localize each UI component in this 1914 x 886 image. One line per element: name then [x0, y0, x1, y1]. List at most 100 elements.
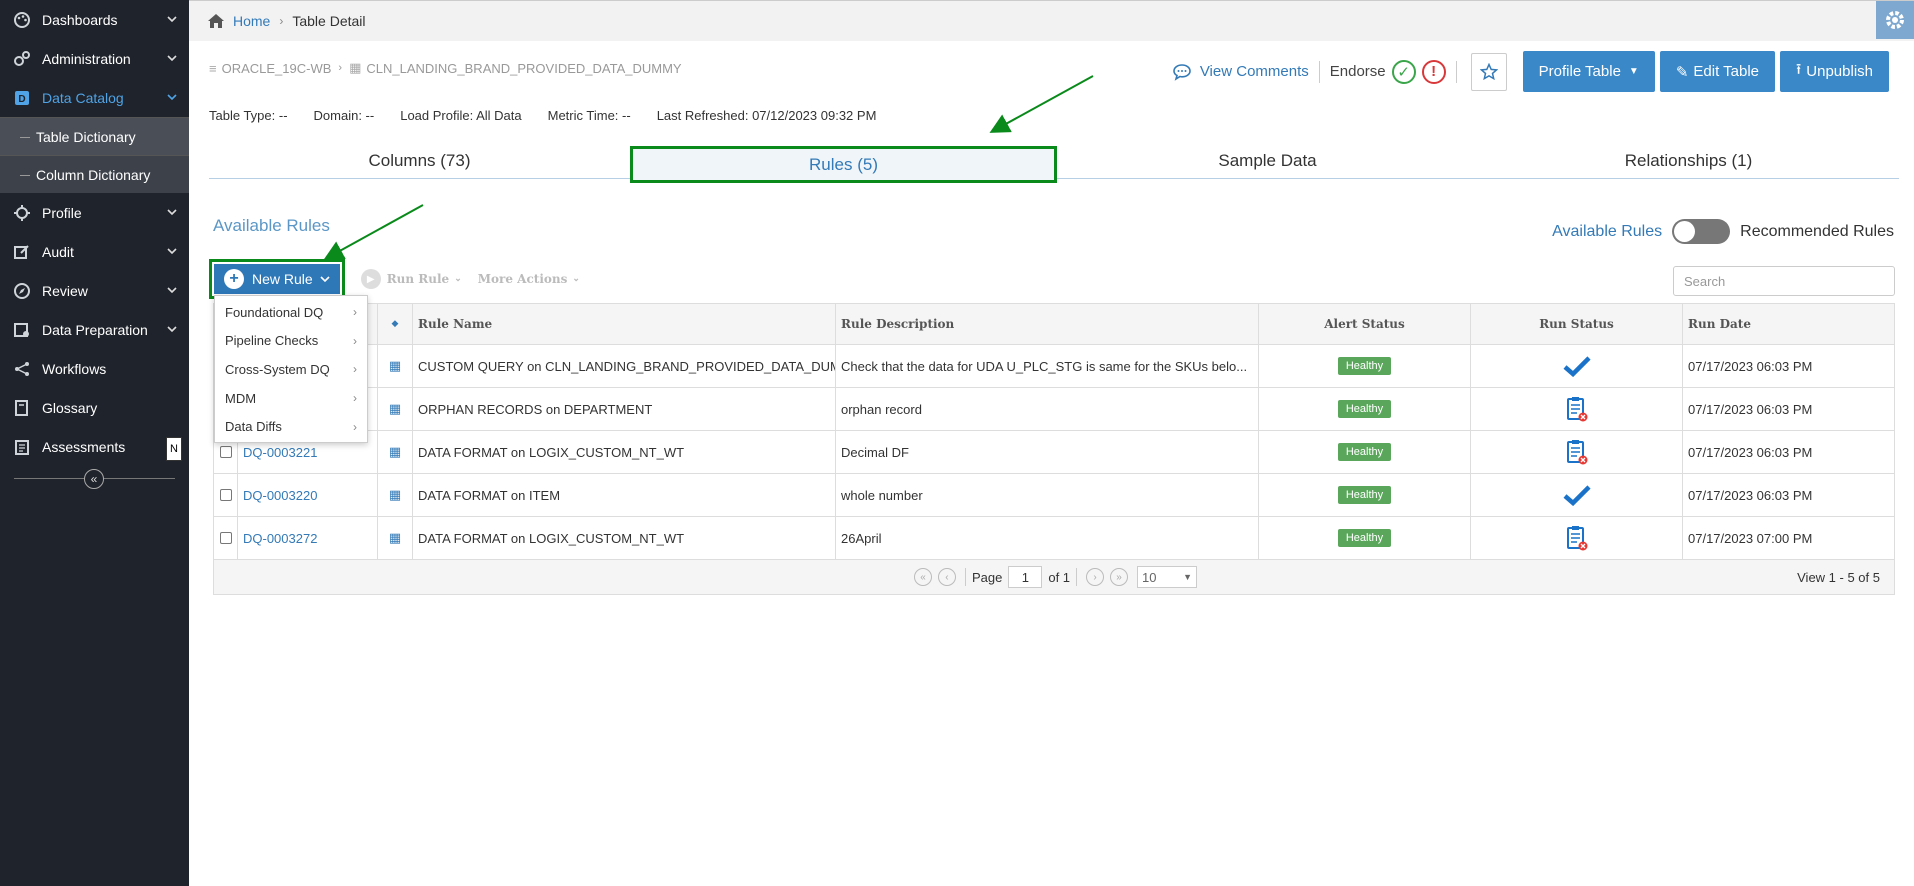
new-rule-dropdown: Foundational DQ › Pipeline Checks › Cross-Sy… [214, 295, 368, 443]
more-actions-button[interactable]: More Actions ⌄ [478, 272, 580, 286]
table-row[interactable]: ▦ ORPHAN RECORDS on DEPARTMENT orphan reco… [214, 388, 1894, 431]
edit-table-button[interactable]: ✎ Edit Table [1659, 51, 1776, 92]
rule-description-cell: 26April [836, 517, 1259, 559]
row-select [214, 517, 238, 559]
table-row[interactable]: DQ-0003221 ▦ DATA FORMAT on LOGIX_CUSTOM_N… [214, 431, 1894, 474]
chevron-down-icon: ▼ [1183, 572, 1193, 582]
sidebar-subitem-table-dictionary[interactable]: Table Dictionary [0, 117, 189, 155]
sidebar-item-data-catalog[interactable]: D Data Catalog [0, 78, 189, 117]
schedule-cell: ▦ [378, 345, 413, 387]
sidebar-item-glossary[interactable]: Glossary [0, 388, 189, 427]
rule-id-link[interactable]: DQ-0003272 [243, 531, 317, 546]
profile-table-label: Profile Table [1538, 63, 1621, 80]
first-page-icon[interactable]: « [913, 568, 932, 586]
last-page-icon[interactable]: » [1110, 568, 1129, 586]
rule-id-link[interactable]: DQ-0003221 [243, 445, 317, 460]
new-rule-button[interactable]: + New Rule [214, 264, 340, 294]
pager: « ‹ Page 1 of 1 › » 10 ▼ View 1 - 5 of 5 [214, 560, 1894, 594]
sidebar-item-label: Assessments [42, 438, 126, 455]
table-meta: Table Type: -- Domain: -- Load Profile: … [209, 108, 902, 123]
run-date-cell: 07/17/2023 06:03 PM [1688, 487, 1813, 503]
sidebar-item-audit[interactable]: Audit [0, 232, 189, 271]
breadcrumb-home[interactable]: Home [233, 13, 270, 29]
view-comments-link[interactable]: View Comments [1172, 63, 1309, 81]
tab-columns[interactable]: Columns (73) [209, 143, 630, 178]
rule-id-link[interactable]: DQ-0003220 [243, 488, 317, 503]
sidebar-item-label: Audit [42, 243, 74, 260]
sidebar-item-workflows[interactable]: Workflows [0, 349, 189, 388]
chevron-right-icon: › [353, 305, 357, 320]
profile-table-button[interactable]: Profile Table ▼ [1522, 51, 1655, 92]
row-select [214, 474, 238, 516]
sidebar-item-dashboards[interactable]: Dashboards [0, 0, 189, 39]
gear-icon[interactable] [1876, 1, 1914, 39]
table-icon: ▦ [349, 60, 362, 75]
sidebar-item-label: Data Catalog [42, 89, 124, 106]
exclamation-circle-icon[interactable]: ! [1421, 59, 1446, 84]
table-row[interactable]: ▦ CUSTOM QUERY on CLN_LANDING_BRAND_PROVI… [214, 345, 1894, 388]
sidebar-item-label: Review [42, 282, 88, 299]
run-status-cell[interactable] [1471, 431, 1683, 473]
sidebar-item-assessments[interactable]: Assessments [0, 427, 189, 466]
page-of: of 1 [1048, 569, 1071, 585]
prev-page-icon[interactable]: ‹ [937, 568, 956, 586]
chevron-down-icon [167, 16, 177, 23]
calendar-icon[interactable]: ▦ [389, 487, 401, 503]
sidebar-subitem-column-dictionary[interactable]: Column Dictionary [0, 155, 189, 193]
divider [1318, 60, 1320, 83]
favorite-star-button[interactable] [1470, 52, 1507, 91]
sort-icon[interactable]: ◆ [392, 319, 399, 329]
calendar-icon[interactable]: ▦ [389, 530, 401, 546]
path-database[interactable]: ORACLE_19C-WB [222, 61, 332, 76]
header-rule-name[interactable]: Rule Name [413, 304, 836, 344]
recommended-rules-toggle[interactable] [1672, 219, 1731, 244]
table-row[interactable]: DQ-0003220 ▦ DATA FORMAT on ITEM whole numb… [214, 474, 1894, 517]
run-rule-button[interactable]: ▶ Run Rule ⌄ [360, 269, 462, 289]
rules-search-input[interactable]: Search [1673, 266, 1895, 296]
tab-rules[interactable]: Rules (5) [630, 146, 1057, 183]
rule-name-cell: CUSTOM QUERY on CLN_LANDING_BRAND_PROVID… [413, 345, 836, 387]
tab-relationships[interactable]: Relationships (1) [1478, 143, 1899, 178]
home-icon[interactable] [207, 13, 225, 29]
header-rule-description[interactable]: Rule Description [836, 304, 1259, 344]
dropdown-item[interactable]: Cross-System DQ › [215, 355, 367, 384]
row-checkbox[interactable] [219, 489, 232, 501]
run-status-cell[interactable] [1471, 474, 1683, 516]
sidebar-item-label: Administration [42, 50, 131, 67]
status-badge: Healthy [1337, 486, 1392, 504]
sidebar-item-profile[interactable]: Profile [0, 193, 189, 232]
page-size-select[interactable]: 10 ▼ [1137, 566, 1198, 588]
check-circle-icon[interactable]: ✓ [1391, 59, 1416, 84]
sidebar-item-review[interactable]: Review [0, 271, 189, 310]
table-row[interactable]: DQ-0003272 ▦ DATA FORMAT on LOGIX_CUSTOM_N… [214, 517, 1894, 560]
dropdown-item[interactable]: MDM › [215, 384, 367, 413]
calendar-icon[interactable]: ▦ [389, 358, 401, 374]
dropdown-item[interactable]: Pipeline Checks › [215, 327, 367, 356]
run-status-cell[interactable] [1471, 345, 1683, 387]
sidebar-item-administration[interactable]: Administration [0, 39, 189, 78]
comment-icon [1173, 63, 1191, 81]
header-alert-status[interactable]: Alert Status [1259, 304, 1471, 344]
page-input[interactable]: 1 [1008, 566, 1043, 588]
run-status-cell[interactable] [1471, 388, 1683, 430]
calendar-icon[interactable]: ▦ [389, 444, 401, 460]
dropdown-item[interactable]: Data Diffs › [215, 412, 367, 441]
tab-sample-data[interactable]: Sample Data [1057, 143, 1478, 178]
svg-text:D: D [18, 94, 25, 105]
row-checkbox[interactable] [219, 532, 232, 544]
dropdown-item[interactable]: Foundational DQ › [215, 298, 367, 327]
unpublish-button[interactable]: ⭱ Unpublish [1780, 51, 1889, 92]
run-status-cell[interactable] [1471, 517, 1683, 559]
calendar-icon[interactable]: ▦ [389, 401, 401, 417]
schedule-cell: ▦ [378, 474, 413, 516]
new-rule-label: New Rule [252, 271, 313, 287]
next-page-icon[interactable]: › [1086, 568, 1105, 586]
schedule-cell: ▦ [378, 388, 413, 430]
header-run-date[interactable]: Run Date [1683, 304, 1894, 344]
row-checkbox[interactable] [219, 446, 232, 458]
sidebar-item-label: Glossary [42, 399, 98, 416]
rule-description-cell: orphan record [836, 388, 1259, 430]
double-chevron-left-icon[interactable]: « [84, 469, 104, 489]
header-run-status[interactable]: Run Status [1471, 304, 1683, 344]
sidebar-item-data-preparation[interactable]: Data Preparation [0, 310, 189, 349]
